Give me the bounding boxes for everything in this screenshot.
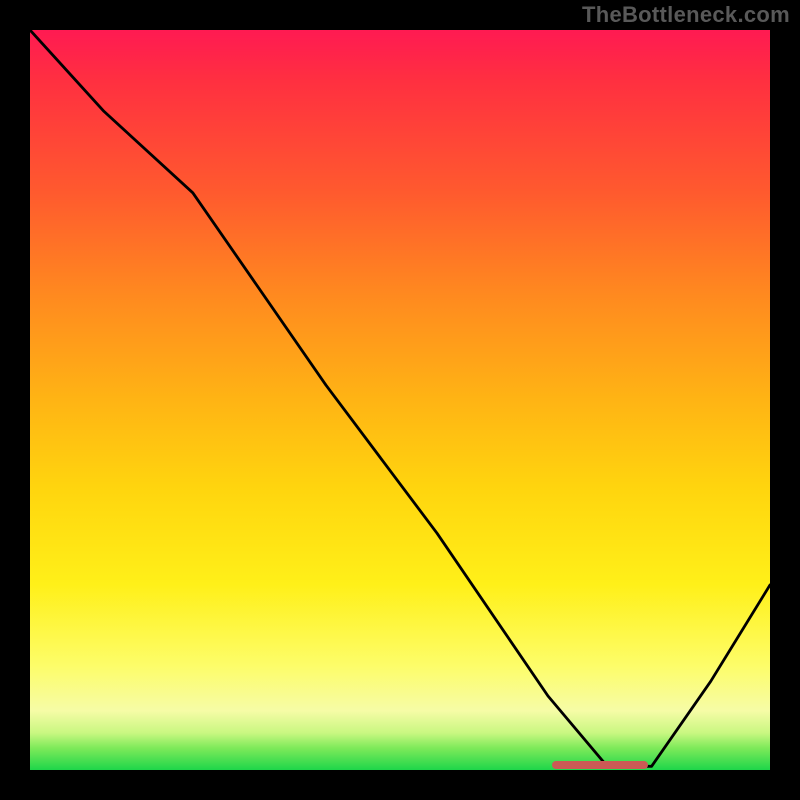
curve-line: [30, 30, 770, 770]
watermark-text: TheBottleneck.com: [582, 2, 790, 28]
optimal-range-marker: [552, 761, 648, 769]
chart-plot-area: [30, 30, 770, 770]
